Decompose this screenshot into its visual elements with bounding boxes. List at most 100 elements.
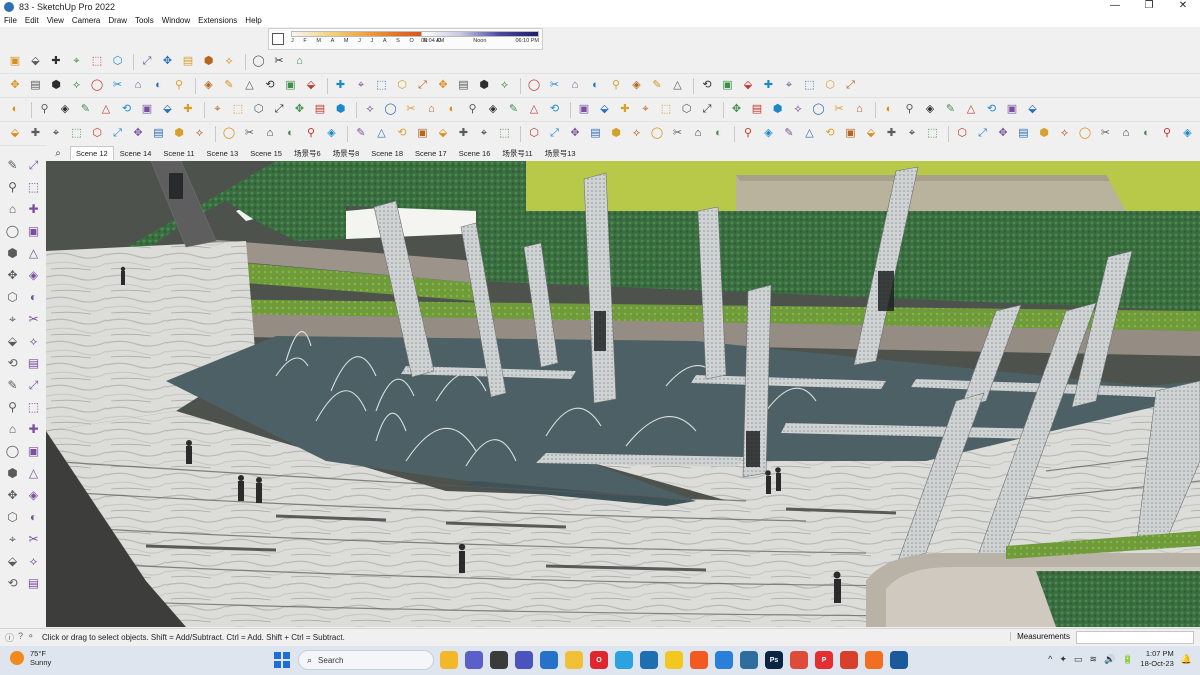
left-tool-icon[interactable]: ◯: [2, 220, 23, 242]
toolbar-tool-icon[interactable]: ◯: [382, 101, 400, 119]
clock[interactable]: 1:07 PM 18-Oct-23: [1140, 649, 1173, 669]
model-viewport[interactable]: [46, 161, 1200, 627]
left-tool-icon[interactable]: ◐: [23, 286, 44, 308]
scene-tab[interactable]: Scene 11: [157, 146, 200, 161]
toolbar-tool-icon[interactable]: ⬡: [393, 77, 411, 95]
toolbar-tool-icon[interactable]: ▤: [311, 101, 329, 119]
weather-widget[interactable]: 75°F Sunny: [10, 649, 51, 667]
menu-help[interactable]: Help: [241, 16, 265, 25]
toolbar-tool-icon[interactable]: ⬡: [953, 125, 971, 143]
telegram-app-icon[interactable]: [615, 651, 633, 669]
toolbar-tool-icon[interactable]: ⬚: [88, 53, 106, 71]
left-tool-icon[interactable]: ⬙: [2, 330, 23, 352]
left-tool-icon[interactable]: ⚲: [2, 176, 23, 198]
scene-tab[interactable]: Scene 14: [114, 146, 158, 161]
toolbar-tool-icon[interactable]: ⟡: [1056, 125, 1074, 143]
toolbar-tool-icon[interactable]: ▤: [748, 101, 766, 119]
brave-app-icon[interactable]: [690, 651, 708, 669]
close-button[interactable]: ✕: [1166, 0, 1200, 14]
notes-app-icon[interactable]: [665, 651, 683, 669]
taskbar-search[interactable]: ⌕ Search: [298, 650, 434, 670]
photoshop-app-icon[interactable]: Ps: [765, 651, 783, 669]
toolbar-tool-icon[interactable]: ✥: [129, 125, 147, 143]
toolbar-tool-icon[interactable]: ◈: [1179, 125, 1197, 143]
toolbar-tool-icon[interactable]: ⟲: [261, 77, 279, 95]
toolbar-tool-icon[interactable]: ◈: [628, 77, 646, 95]
left-tool-icon[interactable]: ▤: [23, 572, 44, 594]
menu-window[interactable]: Window: [158, 16, 194, 25]
toolbar-tool-icon[interactable]: ⟡: [68, 77, 86, 95]
scene-tab[interactable]: 场景号8: [327, 145, 366, 162]
ms-office-app-icon[interactable]: [840, 651, 858, 669]
toolbar-tool-icon[interactable]: ✥: [291, 101, 309, 119]
toolbar-tool-icon[interactable]: △: [801, 125, 819, 143]
tray-app-icon[interactable]: ✦: [1059, 654, 1067, 665]
toolbar-tool-icon[interactable]: ✚: [179, 101, 197, 119]
toolbar-tool-icon[interactable]: ⌂: [129, 77, 147, 95]
help-icon[interactable]: ?: [18, 631, 23, 644]
toolbar-tool-icon[interactable]: ◐: [1138, 125, 1156, 143]
left-tool-icon[interactable]: ⬚: [23, 396, 44, 418]
toolbar-tool-icon[interactable]: ⚲: [36, 101, 54, 119]
toolbar-tool-icon[interactable]: ⟲: [821, 125, 839, 143]
toolbar-tool-icon[interactable]: ⟲: [393, 125, 411, 143]
start-button[interactable]: [274, 652, 290, 668]
toolbar-tool-icon[interactable]: △: [669, 77, 687, 95]
minimize-button[interactable]: —: [1098, 0, 1132, 14]
toolbar-tool-icon[interactable]: ◯: [250, 53, 268, 71]
toolbar-tool-icon[interactable]: ✚: [332, 77, 350, 95]
toolbar-tool-icon[interactable]: △: [525, 101, 543, 119]
toolbar-tool-icon[interactable]: ◐: [710, 125, 728, 143]
left-tool-icon[interactable]: △: [23, 242, 44, 264]
left-tool-icon[interactable]: ⌂: [2, 418, 23, 440]
menu-extensions[interactable]: Extensions: [194, 16, 241, 25]
toolbar-tool-icon[interactable]: ⚲: [901, 101, 919, 119]
left-tool-icon[interactable]: ✚: [23, 198, 44, 220]
toolbar-tool-icon[interactable]: ⌂: [1117, 125, 1135, 143]
toolbar-tool-icon[interactable]: ⬡: [109, 53, 127, 71]
toolbar-tool-icon[interactable]: ⤢: [109, 125, 127, 143]
left-tool-icon[interactable]: ⬡: [2, 506, 23, 528]
left-tool-icon[interactable]: ◯: [2, 440, 23, 462]
toolbar-tool-icon[interactable]: ⬡: [525, 125, 543, 143]
toolbar-tool-icon[interactable]: ⌖: [47, 125, 65, 143]
scene-tab[interactable]: 场景号13: [539, 145, 582, 162]
toolbar-tool-icon[interactable]: ⬚: [924, 125, 942, 143]
toolbar-tool-icon[interactable]: ⤢: [698, 101, 716, 119]
toolbar-tool-icon[interactable]: ⬙: [862, 125, 880, 143]
toolbar-tool-icon[interactable]: ⬙: [596, 101, 614, 119]
toolbar-tool-icon[interactable]: ✎: [352, 125, 370, 143]
toolbar-tool-icon[interactable]: ⟡: [361, 101, 379, 119]
left-tool-icon[interactable]: ⚲: [2, 396, 23, 418]
toolbar-tool-icon[interactable]: ⬡: [678, 101, 696, 119]
toolbar-tool-icon[interactable]: ⌖: [475, 125, 493, 143]
toolbar-tool-icon[interactable]: ✂: [241, 125, 259, 143]
left-tool-icon[interactable]: ▣: [23, 440, 44, 462]
toolbar-tool-icon[interactable]: ⤢: [414, 77, 432, 95]
toolbar-tool-icon[interactable]: ◯: [810, 101, 828, 119]
left-tool-icon[interactable]: ✎: [2, 154, 23, 176]
toolbar-tool-icon[interactable]: ⬢: [1035, 125, 1053, 143]
toolbar-tool-icon[interactable]: ▤: [1015, 125, 1033, 143]
toolbar-tool-icon[interactable]: ⬙: [159, 101, 177, 119]
toolbar-tool-icon[interactable]: ◈: [200, 77, 218, 95]
toolbar-tool-icon[interactable]: ◈: [760, 125, 778, 143]
toolbar-tool-icon[interactable]: ✎: [648, 77, 666, 95]
toolbar-tool-icon[interactable]: ▤: [455, 77, 473, 95]
sketchup-active-app-icon[interactable]: [890, 651, 908, 669]
toolbar-tool-icon[interactable]: ⟡: [628, 125, 646, 143]
toolbar-tool-icon[interactable]: ⬚: [229, 101, 247, 119]
toolbar-tool-icon[interactable]: ⤢: [974, 125, 992, 143]
left-tool-icon[interactable]: △: [23, 462, 44, 484]
toolbar-tool-icon[interactable]: ⟲: [118, 101, 136, 119]
toolbar-tool-icon[interactable]: ◈: [323, 125, 341, 143]
toolbar-tool-icon[interactable]: ✚: [47, 53, 65, 71]
toolbar-tool-icon[interactable]: ⬢: [47, 77, 65, 95]
toolbar-tool-icon[interactable]: ⌂: [261, 125, 279, 143]
calendar-app-icon[interactable]: [540, 651, 558, 669]
scene-tab[interactable]: 场景号11: [496, 145, 538, 162]
toolbar-tool-icon[interactable]: ✥: [434, 77, 452, 95]
toolbar-tool-icon[interactable]: ⟲: [983, 101, 1001, 119]
toolbar-tool-icon[interactable]: ⟡: [789, 101, 807, 119]
toolbar-tool-icon[interactable]: ✎: [505, 101, 523, 119]
